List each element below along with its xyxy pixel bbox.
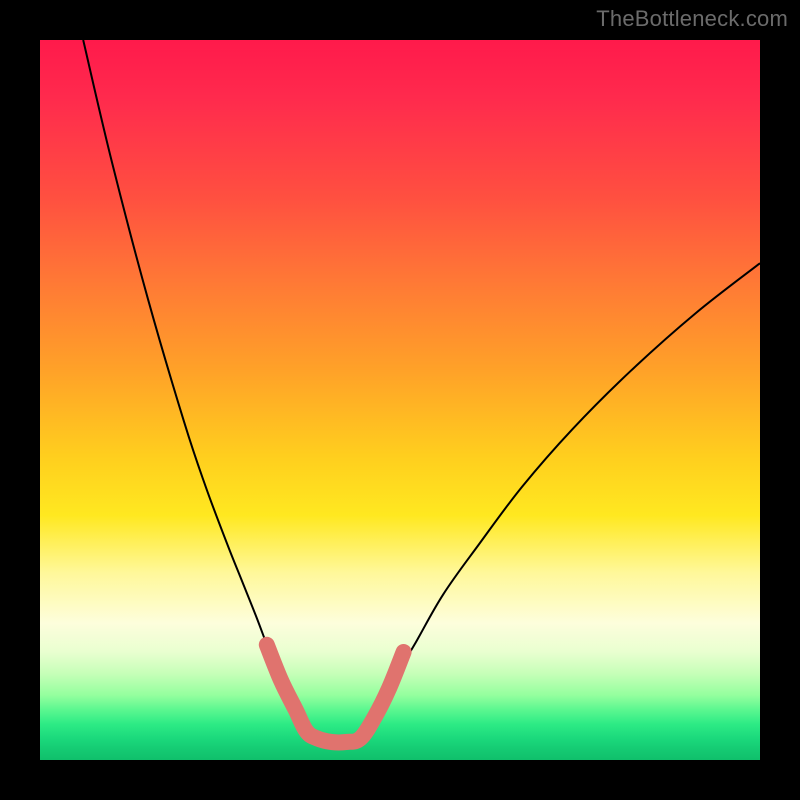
right-curve bbox=[364, 263, 760, 738]
highlight-annotation bbox=[267, 645, 404, 743]
gradient-panel bbox=[40, 40, 760, 760]
watermark-text: TheBottleneck.com bbox=[596, 6, 788, 32]
curves-svg bbox=[40, 40, 760, 760]
left-curve bbox=[83, 40, 310, 738]
chart-frame: TheBottleneck.com bbox=[0, 0, 800, 800]
